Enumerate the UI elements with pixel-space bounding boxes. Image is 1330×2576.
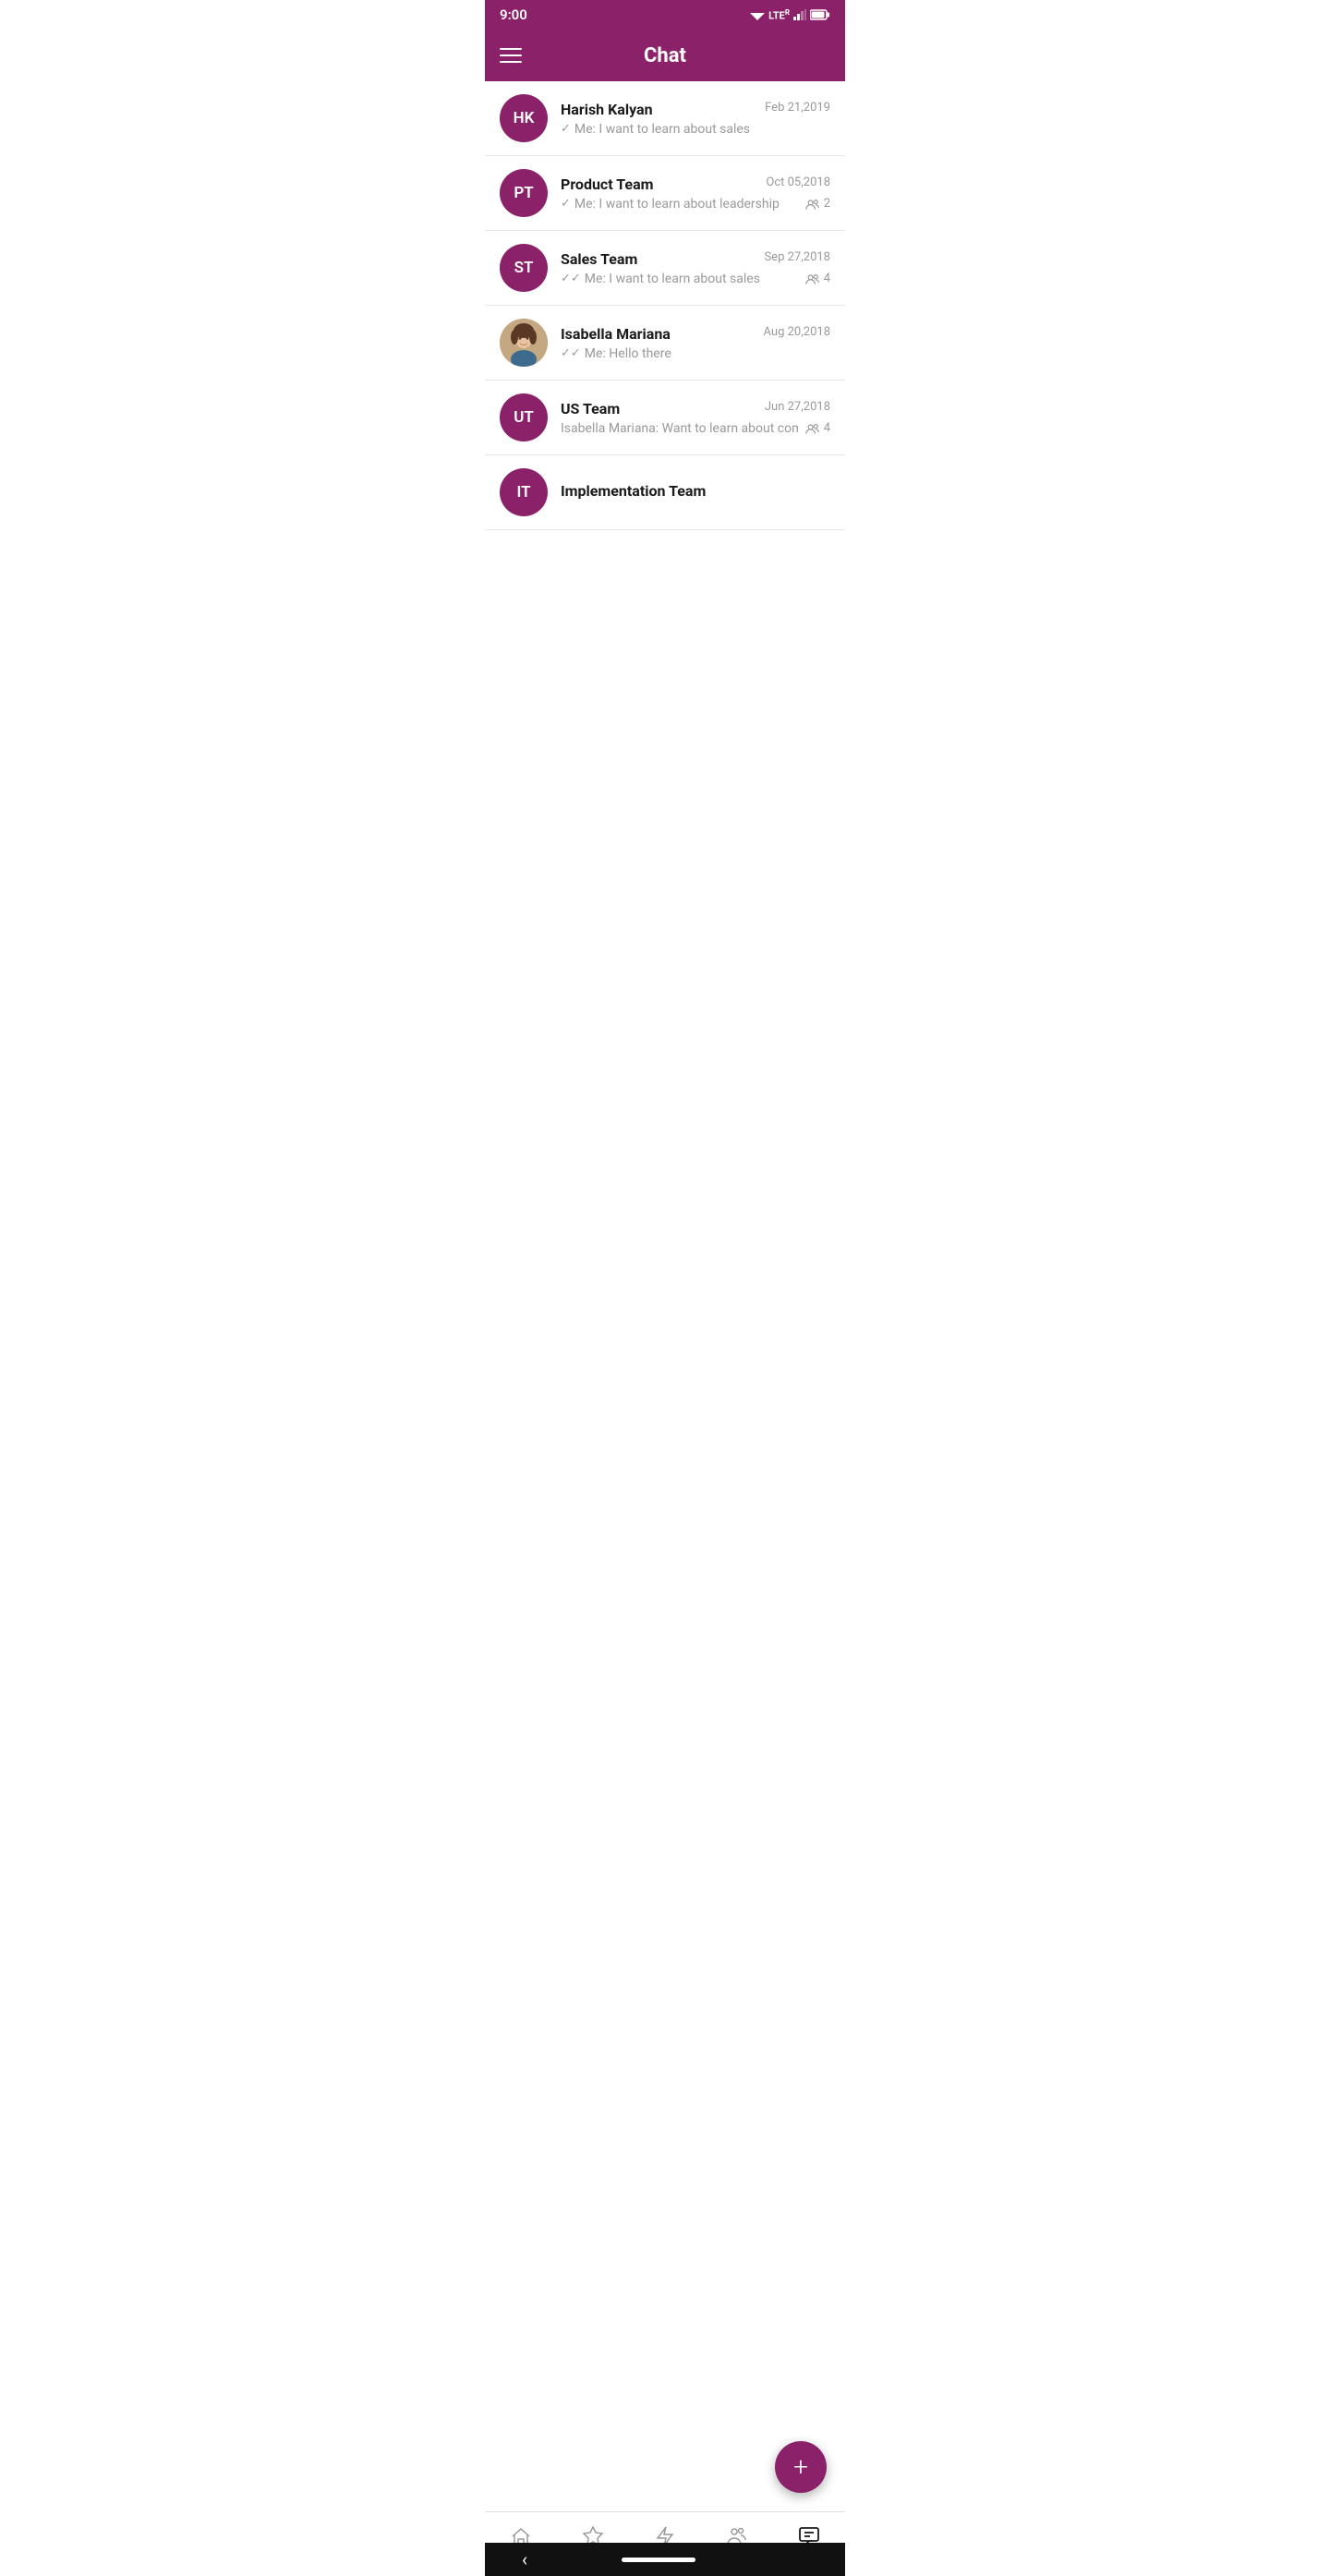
member-count-ut: 4 <box>805 421 830 435</box>
chat-top-row-it: Implementation Team <box>561 482 830 500</box>
chat-bottom-row-im: ✓✓ Me: Hello there <box>561 346 830 361</box>
battery-icon <box>810 9 830 20</box>
avatar-st: ST <box>500 244 548 292</box>
check-icon-hk: ✓ <box>561 122 571 136</box>
chat-preview-pt: ✓ Me: I want to learn about leadership <box>561 197 798 212</box>
check-icon-pt: ✓ <box>561 197 571 211</box>
chat-content-ut: US Team Jun 27,2018 Isabella Mariana: Wa… <box>561 400 830 436</box>
avatar-pt: PT <box>500 169 548 217</box>
wifi-icon <box>750 9 765 20</box>
status-icons: LTER <box>750 8 830 22</box>
isabella-photo <box>500 319 548 367</box>
chat-top-row-st: Sales Team Sep 27,2018 <box>561 250 830 268</box>
chat-content-hk: Harish Kalyan Feb 21,2019 ✓ Me: I want t… <box>561 101 830 137</box>
chat-date-hk: Feb 21,2019 <box>765 101 830 115</box>
chat-item-ut[interactable]: UT US Team Jun 27,2018 Isabella Mariana:… <box>485 381 845 455</box>
home-indicator[interactable] <box>622 2558 695 2562</box>
chat-content-pt: Product Team Oct 05,2018 ✓ Me: I want to… <box>561 175 830 212</box>
chat-bottom-row-st: ✓✓ Me: I want to learn about sales 4 <box>561 272 830 286</box>
chat-name-st: Sales Team <box>561 250 637 268</box>
app-header: Chat <box>485 30 845 81</box>
avatar-it: IT <box>500 468 548 516</box>
chat-bottom-row-hk: ✓ Me: I want to learn about sales <box>561 122 830 137</box>
chat-bottom-row-ut: Isabella Mariana: Want to learn about co… <box>561 421 830 436</box>
chat-content-st: Sales Team Sep 27,2018 ✓✓ Me: I want to … <box>561 250 830 286</box>
back-arrow[interactable]: ‹ <box>522 2548 527 2570</box>
chat-preview-hk: ✓ Me: I want to learn about sales <box>561 122 830 137</box>
chat-item-pt[interactable]: PT Product Team Oct 05,2018 ✓ Me: I want… <box>485 156 845 231</box>
chat-name-ut: US Team <box>561 400 620 417</box>
signal-icon <box>793 9 806 20</box>
chat-date-ut: Jun 27,2018 <box>765 400 830 414</box>
chat-name-hk: Harish Kalyan <box>561 101 653 118</box>
page-title: Chat <box>644 44 686 67</box>
avatar-ut: UT <box>500 393 548 441</box>
chat-top-row-ut: US Team Jun 27,2018 <box>561 400 830 417</box>
member-count-st: 4 <box>805 272 830 285</box>
chat-item-st[interactable]: ST Sales Team Sep 27,2018 ✓✓ Me: I want … <box>485 231 845 306</box>
chat-top-row-hk: Harish Kalyan Feb 21,2019 <box>561 101 830 118</box>
status-bar: 9:00 LTER <box>485 0 845 30</box>
chat-name-pt: Product Team <box>561 175 654 193</box>
people-icon-ut <box>805 422 820 435</box>
double-check-icon-st: ✓✓ <box>561 272 581 285</box>
plus-icon: + <box>793 2454 808 2480</box>
chat-item-hk[interactable]: HK Harish Kalyan Feb 21,2019 ✓ Me: I wan… <box>485 81 845 156</box>
chat-date-im: Aug 20,2018 <box>764 325 831 339</box>
people-icon-pt <box>805 198 820 211</box>
chat-item-im[interactable]: Isabella Mariana Aug 20,2018 ✓✓ Me: Hell… <box>485 306 845 381</box>
chat-name-it: Implementation Team <box>561 482 706 500</box>
chat-preview-st: ✓✓ Me: I want to learn about sales <box>561 272 798 286</box>
chat-item-it[interactable]: IT Implementation Team <box>485 455 845 530</box>
chat-top-row-im: Isabella Mariana Aug 20,2018 <box>561 325 830 343</box>
double-check-icon-im: ✓✓ <box>561 346 581 360</box>
avatar-hk: HK <box>500 94 548 142</box>
menu-button[interactable] <box>500 48 522 63</box>
avatar-im <box>500 319 548 367</box>
member-count-pt: 2 <box>805 197 830 211</box>
chat-top-row-pt: Product Team Oct 05,2018 <box>561 175 830 193</box>
lte-icon: LTER <box>768 8 790 22</box>
chat-preview-ut: Isabella Mariana: Want to learn about co… <box>561 421 798 436</box>
chat-bottom-row-pt: ✓ Me: I want to learn about leadership 2 <box>561 197 830 212</box>
chat-preview-im: ✓✓ Me: Hello there <box>561 346 830 361</box>
status-time: 9:00 <box>500 6 527 23</box>
chat-date-pt: Oct 05,2018 <box>766 175 830 189</box>
chat-date-st: Sep 27,2018 <box>764 250 830 264</box>
chat-content-im: Isabella Mariana Aug 20,2018 ✓✓ Me: Hell… <box>561 325 830 361</box>
people-icon-st <box>805 272 820 285</box>
chat-list: HK Harish Kalyan Feb 21,2019 ✓ Me: I wan… <box>485 81 845 628</box>
new-chat-button[interactable]: + <box>775 2441 827 2493</box>
chat-content-it: Implementation Team <box>561 482 830 503</box>
chat-name-im: Isabella Mariana <box>561 325 671 343</box>
